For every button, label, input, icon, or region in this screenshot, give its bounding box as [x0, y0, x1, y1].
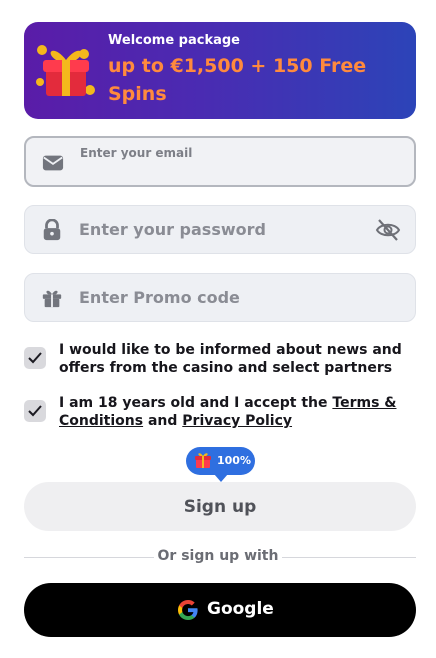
age-consent-middle: and [143, 413, 183, 429]
news-consent-row: I would like to be informed about news a… [24, 341, 416, 381]
news-consent-label: I would like to be informed about news a… [59, 342, 402, 376]
age-consent-label: I am 18 years old and I accept the Terms… [59, 394, 415, 430]
password-placeholder: Enter your password [79, 220, 266, 239]
bonus-badge: 100% [186, 447, 255, 482]
banner-subtitle: Welcome package [108, 33, 240, 48]
eye-off-icon[interactable] [375, 217, 401, 243]
badge-text: 100% [217, 454, 251, 467]
lock-icon [43, 219, 61, 241]
gift-box-icon [36, 45, 95, 96]
email-placeholder: Enter your email [80, 146, 193, 160]
age-consent-checkbox[interactable] [24, 400, 46, 422]
google-sign-up-button[interactable]: Google [24, 583, 416, 637]
gift-icon [42, 290, 62, 308]
promo-placeholder: Enter Promo code [79, 288, 240, 307]
password-field[interactable]: Enter your password [24, 205, 416, 254]
google-label: Google [207, 599, 274, 619]
sign-up-button[interactable]: Sign up [24, 482, 416, 531]
gift-icon [195, 453, 211, 468]
age-consent-prefix: I am 18 years old and I accept the [59, 395, 333, 411]
checkmark-icon [28, 352, 42, 364]
divider-text: Or sign up with [157, 548, 279, 564]
news-consent-checkbox[interactable] [24, 347, 46, 369]
banner-title: up to €1,500 + 150 Free Spins [108, 55, 367, 105]
envelope-icon [42, 155, 64, 171]
google-logo-icon [178, 600, 198, 620]
age-consent-row: I am 18 years old and I accept the Terms… [24, 394, 416, 434]
promo-code-field[interactable]: Enter Promo code [24, 273, 416, 322]
welcome-banner: Welcome package up to €1,500 + 150 Free … [24, 22, 416, 119]
checkmark-icon [28, 405, 42, 417]
privacy-policy-link[interactable]: Privacy Policy [182, 413, 292, 429]
email-field[interactable]: Enter your email [24, 136, 416, 187]
